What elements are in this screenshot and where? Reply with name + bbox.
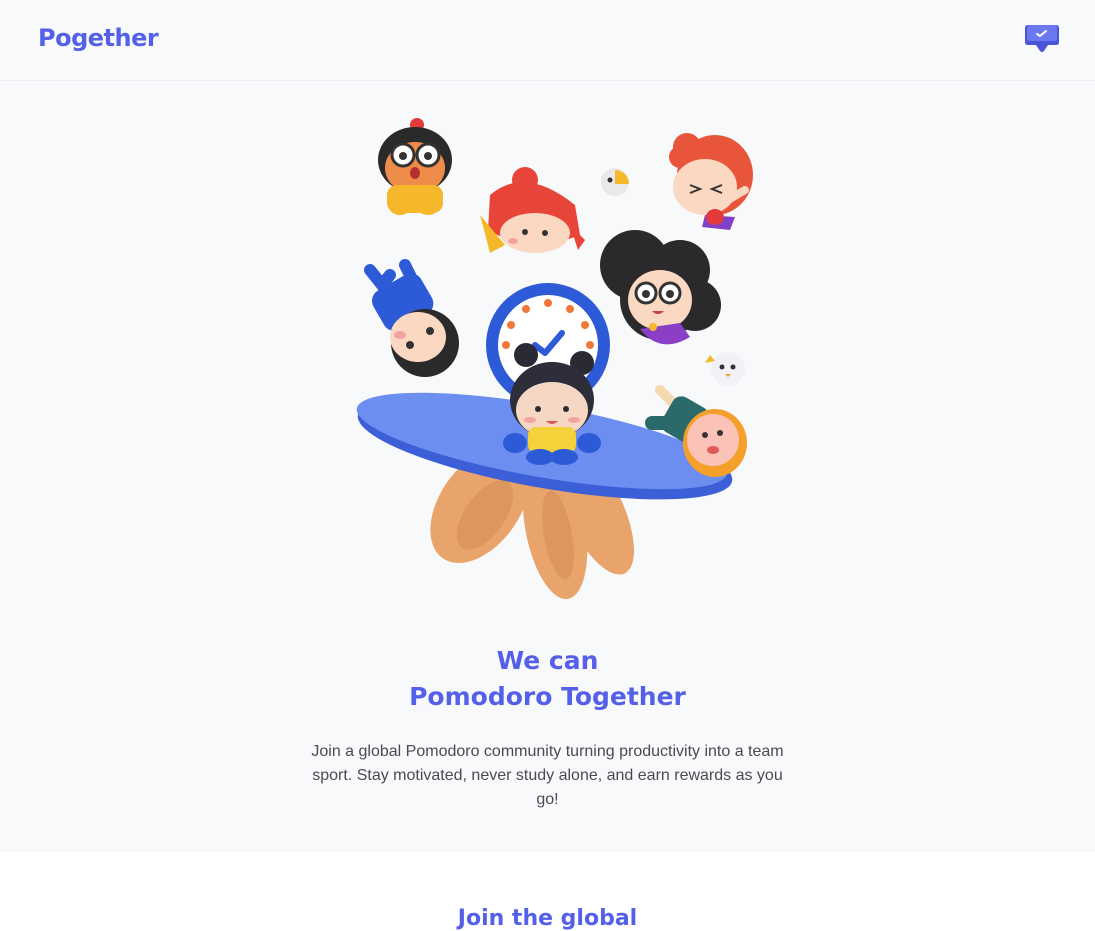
logo[interactable]: Pogether [38, 24, 159, 52]
headline-line-1: We can [496, 646, 599, 675]
chat-bubble-icon [1025, 25, 1059, 52]
red-hat-character [480, 167, 585, 253]
upside-down-boy-character [364, 259, 459, 377]
join-section: Join the global [0, 852, 1095, 931]
chat-button[interactable] [1024, 22, 1060, 56]
white-chick-character [705, 352, 745, 386]
hero-description: Join a global Pomodoro community turning… [311, 743, 784, 808]
curly-hair-girl-character [600, 230, 721, 345]
pomodoro-characters-illustration [330, 105, 765, 600]
small-bird-character [601, 168, 629, 196]
pigtail-girl-character [669, 133, 753, 230]
glasses-bear-character [378, 118, 452, 215]
hero-headline: We can Pomodoro Together [0, 643, 1095, 715]
site-header: Pogether [0, 0, 1095, 81]
headline-line-2: Pomodoro Together [409, 682, 686, 711]
join-section-title: Join the global [457, 906, 638, 931]
